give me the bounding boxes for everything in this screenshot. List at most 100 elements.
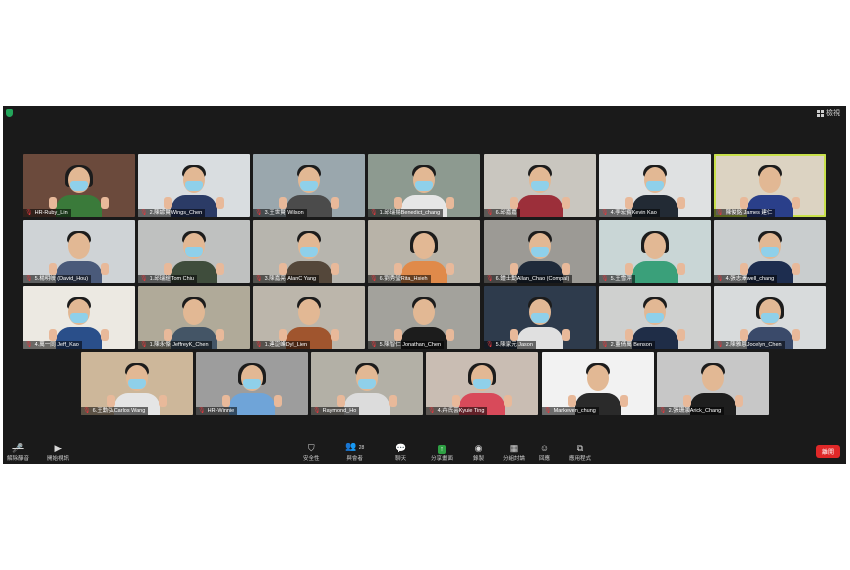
participants-count: 28 [358,445,365,451]
thumbs-up-gesture [452,395,460,407]
thumbs-up-gesture [792,329,800,341]
participant-tile[interactable]: 🎙 4.萬一同 Jeff_Kao [23,286,135,349]
microphone-muted-icon: 🎙 [716,342,724,348]
participant-tile[interactable]: 🎙 2.張珊灝Arick_Chang [657,352,769,415]
participant-name-text: 3.王世賢 Wilson [264,210,304,216]
participant-name: 🎙 Raymond_Ho [311,407,360,415]
participant-name-text: 2.陳雅恩Jocelyn_Chen [725,342,782,348]
participant-tile[interactable]: 🎙 3.陳嘉亮 AlanC Yang [253,220,365,283]
thumbs-up-gesture [562,197,570,209]
breakout-rooms-icon: ▦ [509,443,519,453]
participant-name: 🎙 2.張珊灝Arick_Chang [657,407,725,415]
unmute-button[interactable]: 🎤 解除靜音 [7,443,29,462]
participant-name: 🎙 陳俊銘 James 建仁 [714,209,776,217]
participant-name-text: Markeven_chung [553,408,596,414]
participant-tile[interactable]: 🎙 6.劉秀瑩Rita_Hsieh [368,220,480,283]
top-bar: 檢視 [3,106,846,120]
apps-label: 應用程式 [569,456,592,462]
shield-icon[interactable] [6,109,13,117]
thumbs-up-gesture [222,395,230,407]
thumbs-up-gesture [101,197,109,209]
microphone-muted-icon: 🎙 [83,408,91,414]
participant-tile[interactable]: 🎙 6.王勳弘Carlos Wang [81,352,193,415]
participant-tile[interactable]: 🎙 4.卉氏芸Kyuie Ting [426,352,538,415]
reactions-label: 回應 [539,456,551,462]
participant-tile[interactable]: 🎙 陳俊銘 James 建仁 [714,154,826,217]
chat-button[interactable]: 💬 聊天 [395,443,406,462]
thumbs-up-gesture [394,329,402,341]
participant-name-text: 5.陳智仁 Jonathan_Chen [379,342,442,348]
thumbs-up-gesture [677,263,685,275]
participant-name: 🎙 1.連崑峰Dyl_Lien [253,341,311,349]
participant-name-text: 2.陳諺賢Wings_Chen [149,210,203,216]
breakout-button[interactable]: ▦ 分組討論 [503,443,525,462]
participant-tile[interactable]: 🎙 5.楊明岐 (David_Hou) [23,220,135,283]
participant-name: 🎙 5.陳家元 Jason [484,341,536,349]
participant-tile[interactable]: 🎙 Markeven_chung [542,352,654,415]
share-screen-button[interactable]: ↑ 分享畫面 [431,445,453,462]
participant-name-text: 3.陳嘉亮 AlanC Yang [264,276,317,282]
participant-tile[interactable]: 🎙 5.王雪萍 [599,220,711,283]
microphone-muted-icon: 🎤 [12,443,24,453]
microphone-muted-icon: 🎙 [370,276,378,282]
thumbs-up-gesture [735,395,743,407]
thumbs-up-gesture [279,329,287,341]
thumbs-up-gesture [792,263,800,275]
thumbs-up-gesture [504,395,512,407]
participant-tile[interactable]: 🎙 5.陳智仁 Jonathan_Chen [368,286,480,349]
thumbs-up-gesture [164,263,172,275]
participant-name: 🎙 4.李宏賓Kevin Kao [599,209,660,217]
security-button[interactable]: ⛉ 安全性 [303,443,320,462]
participant-name: 🎙 HR-Winnie [196,407,238,415]
participants-button[interactable]: 👥 28 與會者 [345,441,364,462]
participant-name: 🎙 1.邱瑞揚Benedict_chang [368,209,444,217]
participant-tile[interactable]: 🎙 2.董倩萬 Benson [599,286,711,349]
participant-name-text: 4.萬一同 Jeff_Kao [34,342,79,348]
participant-name: 🎙 3.陳嘉亮 AlanC Yang [253,275,320,283]
reactions-button[interactable]: ☺ 回應 [539,443,550,462]
participant-tile[interactable]: 🎙 2.陳諺賢Wings_Chen [138,154,250,217]
thumbs-up-gesture [620,395,628,407]
thumbs-up-gesture [331,263,339,275]
thumbs-up-gesture [216,263,224,275]
microphone-muted-icon: 🎙 [601,210,609,216]
record-button[interactable]: ◉ 錄製 [473,443,484,462]
participant-name: 🎙 2.董倩萬 Benson [599,341,655,349]
participant-name: 🎙 4.張志澤well_chang [714,275,778,283]
participant-tile[interactable]: 🎙 Raymond_Ho [311,352,423,415]
participant-name-text: 陳俊銘 James 建仁 [725,210,773,216]
participant-tile[interactable]: 🎙 1.陳永傑 JeffreyK_Chen [138,286,250,349]
start-video-button[interactable]: ▶ 開始視訊 [47,443,69,462]
apps-button[interactable]: ⧉ 應用程式 [569,443,591,462]
thumbs-up-gesture [625,329,633,341]
thumbs-up-gesture [446,329,454,341]
microphone-muted-icon: 🎙 [140,276,148,282]
participant-tile[interactable]: 🎙 4.張志澤well_chang [714,220,826,283]
participant-tile[interactable]: 🎙 1.連崑峰Dyl_Lien [253,286,365,349]
participant-tile[interactable]: 🎙 2.陳雅恩Jocelyn_Chen [714,286,826,349]
participant-tile[interactable]: 🎙 1.邱瑞詮Tom Chiu [138,220,250,283]
thumbs-up-gesture [331,197,339,209]
thumbs-up-gesture [279,197,287,209]
participant-tile[interactable]: 🎙 1.邱瑞揚Benedict_chang [368,154,480,217]
video-off-icon: ▶ [54,443,62,453]
participant-name-text: 1.陳永傑 JeffreyK_Chen [149,342,209,348]
people-icon: 👥 28 [345,441,365,451]
share-screen-label: 分享畫面 [431,456,454,462]
participant-tile[interactable]: 🎙 5.陳家元 Jason [484,286,596,349]
thumbs-up-gesture [683,395,691,407]
microphone-muted-icon: 🎙 [255,210,263,216]
thumbs-up-gesture [159,395,167,407]
thumbs-up-gesture [164,197,172,209]
view-button[interactable]: 檢視 [817,108,840,118]
microphone-muted-icon: 🎙 [25,210,33,216]
participant-tile[interactable]: 🎙 6.鍾士勳Allan_Chao (Compal) [484,220,596,283]
microphone-muted-icon: 🎙 [313,408,321,414]
participant-tile[interactable]: 🎙 4.李宏賓Kevin Kao [599,154,711,217]
participant-tile[interactable]: 🎙 HR-Winnie [196,352,308,415]
end-meeting-button[interactable]: 離開 [815,445,840,458]
participant-tile[interactable]: 🎙 HR-Ruby_Lin [23,154,135,217]
participant-name-text: 4.卉氏芸Kyuie Ting [437,408,485,414]
participant-tile[interactable]: 🎙 6.邱嘉嘉 [484,154,596,217]
participant-tile[interactable]: 🎙 3.王世賢 Wilson [253,154,365,217]
